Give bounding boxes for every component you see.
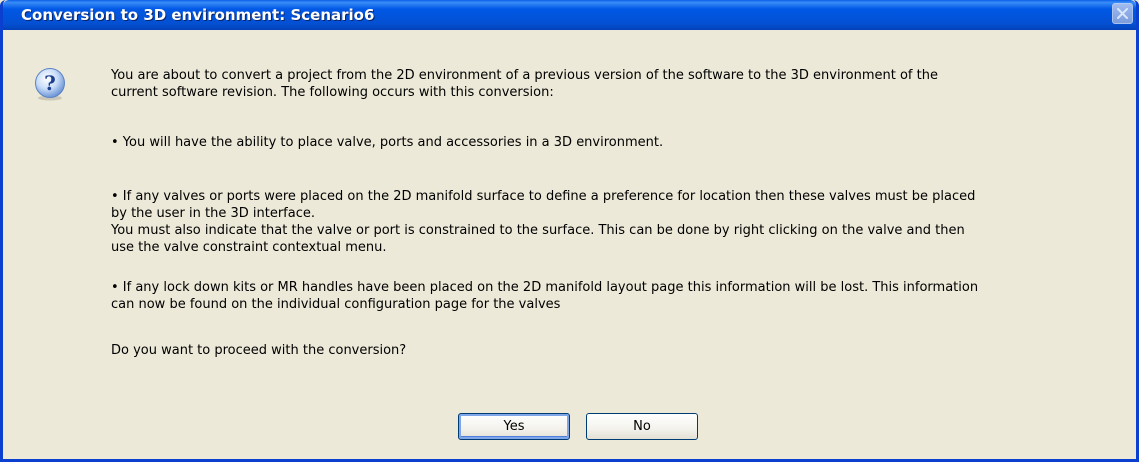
intro-text: You are about to convert a project from …: [111, 68, 938, 100]
no-button[interactable]: No: [586, 413, 698, 440]
title-bar[interactable]: Conversion to 3D environment: Scenario6: [3, 0, 1136, 30]
svg-text:?: ?: [44, 71, 56, 95]
confirm-question: Do you want to proceed with the conversi…: [111, 343, 407, 358]
bullet-lock-down-kits: • If any lock down kits or MR handles ha…: [111, 280, 979, 312]
close-icon: [1117, 8, 1128, 19]
question-icon: ?: [35, 68, 65, 101]
bullet-2d-valves: • If any valves or ports were placed on …: [111, 189, 976, 255]
conversion-dialog: Conversion to 3D environment: Scenario6 …: [0, 0, 1139, 462]
dialog-title: Conversion to 3D environment: Scenario6: [21, 6, 375, 24]
bullet-3d-placement: • You will have the ability to place val…: [111, 135, 664, 150]
yes-button[interactable]: Yes: [458, 413, 570, 440]
close-button[interactable]: [1112, 3, 1133, 24]
